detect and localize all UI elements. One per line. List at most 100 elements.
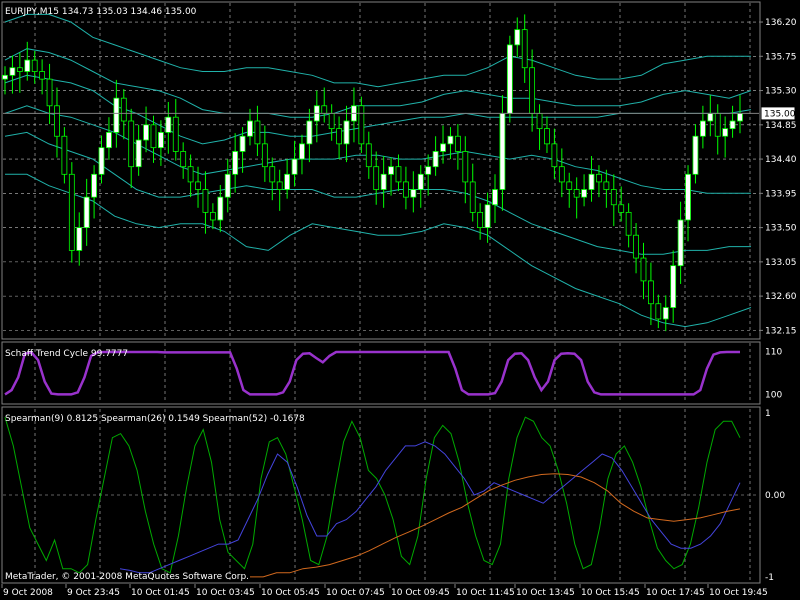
candle-body xyxy=(217,196,224,221)
candle-body xyxy=(91,173,97,198)
candle-body xyxy=(454,135,461,152)
candle-body xyxy=(224,173,231,198)
candle-body xyxy=(566,181,573,190)
candle-body xyxy=(128,120,135,168)
candle-body xyxy=(655,303,662,320)
candle-body xyxy=(417,173,424,190)
x-tick-label: 10 Oct 07:45 xyxy=(326,588,385,598)
candle-body xyxy=(232,151,239,175)
candle-body xyxy=(514,29,521,46)
candle-body xyxy=(603,181,610,190)
candle-body xyxy=(276,181,283,190)
candle-body xyxy=(106,132,112,149)
chart-window: 136.20 135.75 135.30 134.85 134.40 133.95 133.… xyxy=(1,1,797,598)
candle-body xyxy=(321,105,328,114)
candle-body xyxy=(24,59,31,72)
y-tick-label: 133.50 xyxy=(765,224,797,234)
band-line xyxy=(5,173,752,328)
candle-body xyxy=(328,112,335,130)
candle-body xyxy=(380,173,387,190)
candle-body xyxy=(120,97,127,122)
candle-body xyxy=(16,67,23,72)
schaff-panel[interactable]: 110 100 Schaff Trend Cycle 99.7777 xyxy=(1,341,782,405)
candle-body xyxy=(284,173,291,190)
candle-body xyxy=(299,143,305,160)
candle-body xyxy=(180,151,187,168)
y-tick-label: 136.20 xyxy=(765,18,797,28)
candle-body xyxy=(403,181,409,198)
schaff-axis: 110 100 xyxy=(765,348,782,401)
candle-body xyxy=(685,173,691,221)
price-grid xyxy=(3,3,759,338)
x-tick-label: 10 Oct 17:45 xyxy=(646,588,705,598)
candles xyxy=(2,14,743,332)
y-tick-label: 134.85 xyxy=(765,121,797,131)
candle-body xyxy=(447,135,454,145)
candle-body xyxy=(521,29,528,69)
candle-body xyxy=(269,166,276,183)
candle-body xyxy=(395,166,402,183)
price-panel[interactable]: 136.20 135.75 135.30 134.85 134.40 133.95 133.… xyxy=(1,1,797,340)
candle-body xyxy=(291,158,298,175)
candle-body xyxy=(410,189,417,198)
candle-body xyxy=(722,128,729,137)
spearman-lines xyxy=(4,416,741,578)
y-tick-label: -1 xyxy=(765,573,774,583)
candle-body xyxy=(365,143,372,168)
candle-body xyxy=(247,120,253,137)
x-tick-label: 10 Oct 15:45 xyxy=(581,588,640,598)
candle-body xyxy=(9,67,16,76)
spearman-grid xyxy=(3,409,759,581)
y-tick-label: 134.40 xyxy=(765,155,797,165)
candle-body xyxy=(477,211,484,229)
spearman-axis: 1 0.00 -1 xyxy=(765,409,785,583)
candle-body xyxy=(662,307,669,320)
symbol-header: EURJPY,M15 134.73 135.03 134.46 135.00 xyxy=(5,7,197,17)
candle-body xyxy=(714,112,721,137)
spearman-panel[interactable]: 1 0.00 -1 Spearman(9) 0.8125 Spearman(26) … xyxy=(1,406,785,584)
candle-body xyxy=(707,112,714,122)
spearman-label: Spearman(9) 0.8125 Spearman(26) 0.1549 S… xyxy=(5,414,305,424)
x-tick-label: 10 Oct 01:45 xyxy=(131,588,190,598)
candle-body xyxy=(158,132,164,149)
candle-body xyxy=(551,143,558,168)
candle-body xyxy=(358,105,365,145)
candle-body xyxy=(633,234,639,259)
candle-body xyxy=(729,120,736,130)
y-tick-label: 110 xyxy=(765,348,782,358)
candle-body xyxy=(76,227,83,251)
price-panel-frame xyxy=(1,1,761,340)
candle-body xyxy=(618,204,625,213)
x-tick-label: 9 Oct 2008 xyxy=(3,588,53,598)
candle-body xyxy=(209,211,216,221)
candle-body xyxy=(440,143,446,152)
x-tick-label: 10 Oct 11:45 xyxy=(456,588,515,598)
candle-body xyxy=(39,71,46,80)
y-tick-label: 135.30 xyxy=(765,87,797,97)
x-tick-label: 10 Oct 09:45 xyxy=(391,588,450,598)
candle-body xyxy=(373,166,380,190)
x-tick-label: 10 Oct 05:45 xyxy=(261,588,320,598)
y-tick-label: 132.60 xyxy=(765,292,797,302)
candle-body xyxy=(336,128,342,145)
candle-body xyxy=(596,173,602,183)
candle-body xyxy=(143,124,149,141)
candle-body xyxy=(737,112,743,122)
candle-body xyxy=(425,166,432,175)
candle-body xyxy=(202,189,209,213)
candle-body xyxy=(484,204,491,229)
y-tick-label: 133.95 xyxy=(765,189,797,199)
candle-body xyxy=(31,59,38,72)
candle-body xyxy=(610,189,617,206)
candle-body xyxy=(239,135,246,152)
candle-body xyxy=(529,67,536,114)
candle-body xyxy=(506,44,513,114)
candle-body xyxy=(581,189,587,198)
candle-body xyxy=(625,211,632,236)
y-tick-label: 135.75 xyxy=(765,52,797,62)
x-tick-label: 10 Oct 03:45 xyxy=(196,588,255,598)
candle-body xyxy=(135,139,142,168)
time-axis: 9 Oct 2008 9 Oct 23:45 10 Oct 01:45 10 Oct … xyxy=(1,584,768,598)
candle-body xyxy=(558,166,565,183)
y-tick-label: 133.05 xyxy=(765,258,797,268)
